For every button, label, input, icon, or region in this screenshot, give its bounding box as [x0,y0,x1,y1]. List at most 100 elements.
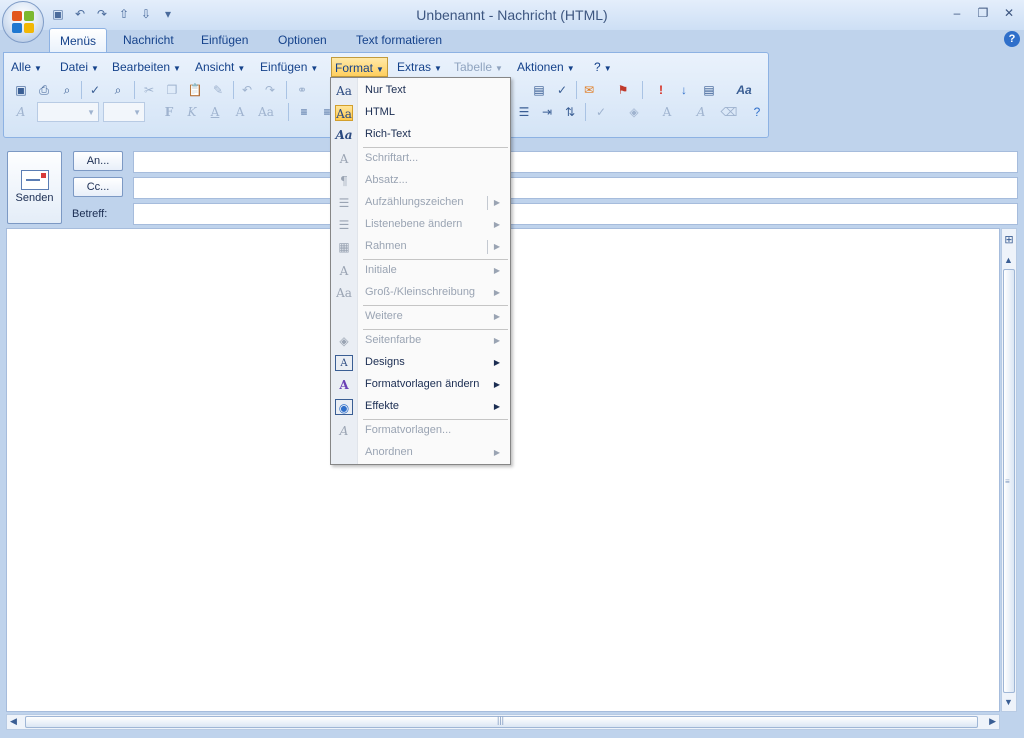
format-menu-item-aufzaehlungszeichen[interactable]: ☰ Aufzählungszeichen ▶ [331,192,510,214]
minimize-icon[interactable]: – [946,4,968,22]
cut-icon[interactable]: ✂ [138,79,160,101]
menu-help[interactable]: ? ▼ [591,57,615,77]
menu-bearbeiten[interactable]: Bearbeiten ▼ [109,57,184,77]
menu-item-label: Weitere [365,310,403,322]
subject-field[interactable] [133,203,1018,225]
vertical-scrollbar[interactable]: ⊞ ▲ ≡ ▼ [1001,228,1017,712]
scroll-down-icon[interactable]: ▼ [1004,697,1013,707]
change-styles-icon: A [339,378,349,392]
styles-icon[interactable]: A [10,101,32,123]
font-grow-icon[interactable]: A [229,101,251,123]
print-icon[interactable]: ⎙ [33,79,55,101]
underline-icon[interactable]: A [204,101,226,123]
format-menu-item-anordnen[interactable]: Anordnen ▶ [331,442,510,464]
send-button[interactable]: Senden [7,151,62,224]
scroll-right-icon[interactable]: ▶ [989,716,996,727]
format-menu-item-formatvorlagen[interactable]: A Formatvorlagen... [331,420,510,442]
format-menu-item-absatz[interactable]: ¶ Absatz... [331,170,510,192]
chevron-down-icon: ▼ [91,64,99,73]
horizontal-scrollbar[interactable]: ◀ ||| ▶ [6,714,1000,730]
format-menu-item-formatvorlagen-aendern[interactable]: A Formatvorlagen ändern ▶ [331,374,510,396]
themes-icon: A [335,355,353,371]
menu-datei[interactable]: Datei ▼ [57,57,102,77]
help-icon[interactable]: ? [746,101,768,123]
text-effects-icon[interactable]: A [690,101,712,123]
menu-alle[interactable]: Alle ▼ [8,57,45,77]
restore-icon[interactable]: ❐ [972,4,994,22]
spelling-grammar-icon[interactable]: ✓ [590,101,612,123]
format-menu-item-listenebene[interactable]: ☰ Listenebene ändern ▶ [331,214,510,236]
check-names-icon[interactable]: ✓ [551,79,573,101]
copy-icon[interactable]: ❐ [161,79,183,101]
format-menu-item-designs[interactable]: A Designs ▶ [331,352,510,374]
scroll-left-icon[interactable]: ◀ [10,716,17,727]
menu-ansicht[interactable]: Ansicht ▼ [192,57,248,77]
format-menu-item-schriftart[interactable]: A Schriftart... [331,148,510,170]
highlight-icon[interactable]: ◈ [623,101,645,123]
office-button[interactable] [2,1,44,43]
redo-icon[interactable]: ↷ [259,79,281,101]
format-text-icon[interactable]: Aa [731,79,757,101]
format-menu-item-weitere[interactable]: Weitere ▶ [331,306,510,328]
spelling-icon[interactable]: ✓ [84,79,106,101]
to-button[interactable]: An... [73,151,123,171]
undo-icon[interactable]: ↶ [236,79,258,101]
align-left-icon[interactable]: ≡ [293,101,315,123]
sort-icon[interactable]: ⇅ [559,101,581,123]
font-color-icon[interactable]: A [656,101,678,123]
scroll-up-icon[interactable]: ▲ [1004,255,1013,265]
menu-label: Format [335,61,374,75]
close-icon[interactable]: ✕ [998,4,1020,22]
format-menu: Aa Nur Text Aa HTML Aa Rich-Text A Schri… [330,77,511,465]
help-icon[interactable]: ? [1004,31,1020,47]
print-preview-icon[interactable]: ⌕ [56,79,78,101]
format-menu-item-nur-text[interactable]: Aa Nur Text [331,80,510,102]
ruler-toggle-icon[interactable]: ⊞ [1002,229,1016,251]
paste-icon[interactable]: 📋 [184,79,206,101]
address-book-icon[interactable]: ▤ [528,79,550,101]
tab-text-formatieren[interactable]: Text formatieren [346,28,452,52]
menu-aktionen[interactable]: Aktionen ▼ [514,57,578,77]
clear-formatting-icon[interactable]: ⌫ [718,101,740,123]
save-icon[interactable]: ▣ [10,79,32,101]
tab-optionen[interactable]: Optionen [268,28,337,52]
format-menu-item-rahmen[interactable]: ▦ Rahmen ▶ [331,236,510,258]
format-menu-item-gross-klein[interactable]: Aa Groß-/Kleinschreibung ▶ [331,282,510,304]
menu-label: Tabelle [454,60,493,74]
menu-einfuegen[interactable]: Einfügen ▼ [257,57,321,77]
chevron-down-icon: ▼ [133,108,141,117]
importance-low-icon[interactable]: ↓ [673,79,695,101]
cc-field[interactable] [133,177,1018,199]
format-menu-item-effekte[interactable]: ◉ Effekte ▶ [331,396,510,418]
format-menu-item-initiale[interactable]: A Initiale ▶ [331,260,510,282]
italic-icon[interactable]: K [181,101,203,123]
font-size-combo[interactable]: ▼ [103,102,145,122]
font-name-combo[interactable]: ▼ [37,102,99,122]
chevron-down-icon: ▼ [173,64,181,73]
format-menu-item-html[interactable]: Aa HTML [331,102,510,124]
to-field[interactable] [133,151,1018,173]
attach-file-icon[interactable]: ✉ [578,79,600,101]
change-case-icon: Aa [336,286,352,300]
follow-up-flag-icon[interactable]: ⚑ [612,79,634,101]
menu-extras[interactable]: Extras ▼ [394,57,445,77]
indent-icon[interactable]: ⇥ [536,101,558,123]
font-icon: A [339,152,349,166]
menu-format[interactable]: Format ▼ [331,57,388,77]
tab-einfuegen[interactable]: Einfügen [191,28,258,52]
change-case-icon[interactable]: Aa [252,101,280,123]
hyperlink-icon[interactable]: ⚭ [291,79,313,101]
tab-menues[interactable]: Menüs [49,28,108,52]
menu-item-label: Designs [365,356,405,368]
bold-icon[interactable]: F [158,101,180,123]
format-menu-item-seitenfarbe[interactable]: ◈ Seitenfarbe ▶ [331,330,510,352]
tab-nachricht[interactable]: Nachricht [113,28,184,52]
format-menu-item-rich-text[interactable]: Aa Rich-Text [331,124,510,146]
options-icon[interactable]: ▤ [698,79,720,101]
cc-button[interactable]: Cc... [73,177,123,197]
numbering-icon[interactable]: ☰ [513,101,535,123]
menu-tabelle[interactable]: Tabelle ▼ [451,57,506,77]
research-icon[interactable]: ⌕ [107,79,129,101]
importance-high-icon[interactable]: ! [650,79,672,101]
format-painter-icon[interactable]: ✎ [207,79,229,101]
